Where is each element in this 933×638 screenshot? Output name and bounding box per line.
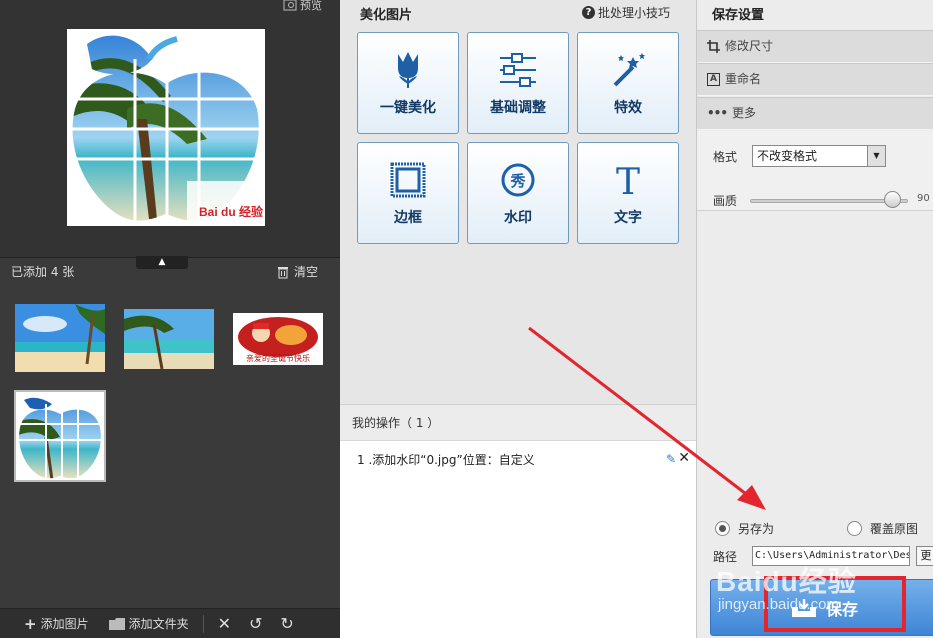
- rename-icon: A: [707, 73, 720, 86]
- my-operations-header: 我的操作（ 1 ）: [340, 405, 696, 441]
- preview-button[interactable]: 预览: [283, 0, 322, 13]
- watermark-tile[interactable]: 秀 水印: [467, 142, 569, 244]
- overwrite-label: 覆盖原图: [870, 522, 919, 536]
- operation-item: 1 .添加水印“0.jpg”位置：自定义: [357, 453, 535, 467]
- rename-row[interactable]: A 重命名: [697, 63, 933, 96]
- thumbnail-4-selected[interactable]: [14, 390, 106, 482]
- path-label: 路径: [713, 550, 738, 564]
- save-button[interactable]: 保存: [710, 579, 933, 636]
- radio-unselected-icon: [847, 521, 862, 536]
- preview-icon: [283, 0, 297, 11]
- svg-text:秀: 秀: [509, 172, 526, 190]
- thumbnail-2[interactable]: [124, 309, 214, 369]
- watermark-stamp-icon: 秀: [501, 163, 535, 197]
- effects-tile[interactable]: 特效: [577, 32, 679, 134]
- delete-icon[interactable]: ✕: [218, 614, 231, 633]
- crop-icon: [707, 40, 720, 53]
- browse-button[interactable]: 更: [916, 546, 933, 566]
- add-image-label: 添加图片: [40, 617, 89, 631]
- text-label: 文字: [614, 210, 642, 226]
- preview-image: Bai du 经验: [67, 29, 265, 226]
- my-operations-panel: 我的操作（ 1 ） 1 .添加水印“0.jpg”位置：自定义 ✎ ✕: [340, 404, 696, 638]
- format-select[interactable]: 不改变格式 ▼: [752, 145, 886, 167]
- trash-icon: [277, 266, 288, 278]
- save-settings-panel: 保存设置 修改尺寸 A 重命名 ••• 更多 格式 不改变格式 ▼ 画质 90 …: [697, 0, 933, 638]
- format-value: 不改变格式: [757, 149, 818, 163]
- resize-row[interactable]: 修改尺寸: [697, 30, 933, 63]
- sliders-icon: [500, 53, 536, 87]
- rotate-left-icon[interactable]: ↺: [249, 614, 262, 633]
- svg-text:T: T: [616, 162, 640, 198]
- more-options: 格式 不改变格式 ▼ 画质 90: [697, 131, 933, 211]
- preview-area: 预览 Bai du 经验: [0, 0, 340, 258]
- one-click-beautify-label: 一键美化: [380, 100, 436, 116]
- magic-wand-icon: [613, 53, 645, 87]
- more-row[interactable]: ••• 更多: [697, 97, 933, 130]
- clear-label: 清空: [293, 265, 318, 279]
- path-input[interactable]: C:\Users\Administrator\Desktop: [752, 546, 910, 566]
- folder-icon: [108, 617, 125, 630]
- toolbar-divider: [202, 614, 204, 633]
- preview-label: 预览: [300, 0, 322, 12]
- quality-label: 画质: [713, 194, 738, 208]
- overwrite-radio[interactable]: 覆盖原图: [847, 520, 918, 537]
- save-as-label: 另存为: [738, 522, 775, 536]
- delete-operation-icon[interactable]: ✕: [678, 450, 690, 466]
- one-click-beautify-tile[interactable]: 一键美化: [357, 32, 459, 134]
- collapse-handle[interactable]: ▲: [136, 256, 188, 269]
- edit-pencil-icon[interactable]: ✎: [666, 452, 676, 466]
- rotate-right-icon[interactable]: ↻: [280, 614, 293, 633]
- added-count: 已添加 4 张: [11, 265, 75, 279]
- watermark-label: 水印: [504, 210, 532, 226]
- tulip-icon: [398, 52, 418, 88]
- frame-icon: [390, 162, 426, 198]
- left-panel: 预览 Bai du 经验 ▲ 已添加 4 张 清空 亲爱的圣诞节快乐 + 添加图…: [0, 0, 340, 638]
- batch-tips-label: 批处理小技巧: [597, 6, 670, 20]
- add-image-button[interactable]: + 添加图片: [24, 615, 89, 633]
- preview-watermark: Bai du 经验: [198, 205, 263, 219]
- save-tray-icon: [791, 598, 816, 617]
- beautify-panel: 美化图片 ? 批处理小技巧 一键美化 基础调整 特效 边框 秀 水印 T 文字 …: [340, 0, 697, 638]
- basic-adjust-label: 基础调整: [490, 100, 546, 116]
- save-label: 保存: [825, 599, 858, 619]
- add-folder-label: 添加文件夹: [128, 617, 189, 631]
- more-label: 更多: [732, 106, 757, 120]
- thumbnail-1[interactable]: [15, 304, 105, 372]
- dropdown-arrow-icon: ▼: [867, 146, 885, 166]
- frame-tile[interactable]: 边框: [357, 142, 459, 244]
- text-t-icon: T: [616, 162, 640, 198]
- frame-label: 边框: [394, 210, 422, 226]
- resize-label: 修改尺寸: [725, 39, 774, 53]
- more-dots-icon: •••: [707, 106, 728, 120]
- clear-button[interactable]: 清空: [277, 263, 318, 280]
- batch-tips-link[interactable]: ? 批处理小技巧: [581, 4, 670, 21]
- plus-icon: +: [24, 614, 37, 633]
- help-icon: ?: [581, 6, 595, 19]
- rename-label: 重命名: [725, 72, 762, 86]
- thumbnail-3-caption: 亲爱的圣诞节快乐: [246, 354, 310, 363]
- thumbnail-3[interactable]: 亲爱的圣诞节快乐: [233, 313, 323, 365]
- beautify-title: 美化图片: [360, 8, 413, 23]
- effects-label: 特效: [614, 100, 642, 116]
- basic-adjust-tile[interactable]: 基础调整: [467, 32, 569, 134]
- quality-value: 90: [917, 193, 930, 204]
- save-settings-title: 保存设置: [712, 8, 765, 23]
- format-label: 格式: [713, 150, 738, 164]
- add-folder-button[interactable]: 添加文件夹: [108, 615, 189, 632]
- left-toolbar: + 添加图片 添加文件夹 ✕ ↺ ↻: [0, 608, 340, 638]
- radio-selected-icon: [715, 521, 730, 536]
- quality-slider-thumb[interactable]: [883, 191, 901, 208]
- text-tile[interactable]: T 文字: [577, 142, 679, 244]
- save-as-radio[interactable]: 另存为: [715, 520, 774, 537]
